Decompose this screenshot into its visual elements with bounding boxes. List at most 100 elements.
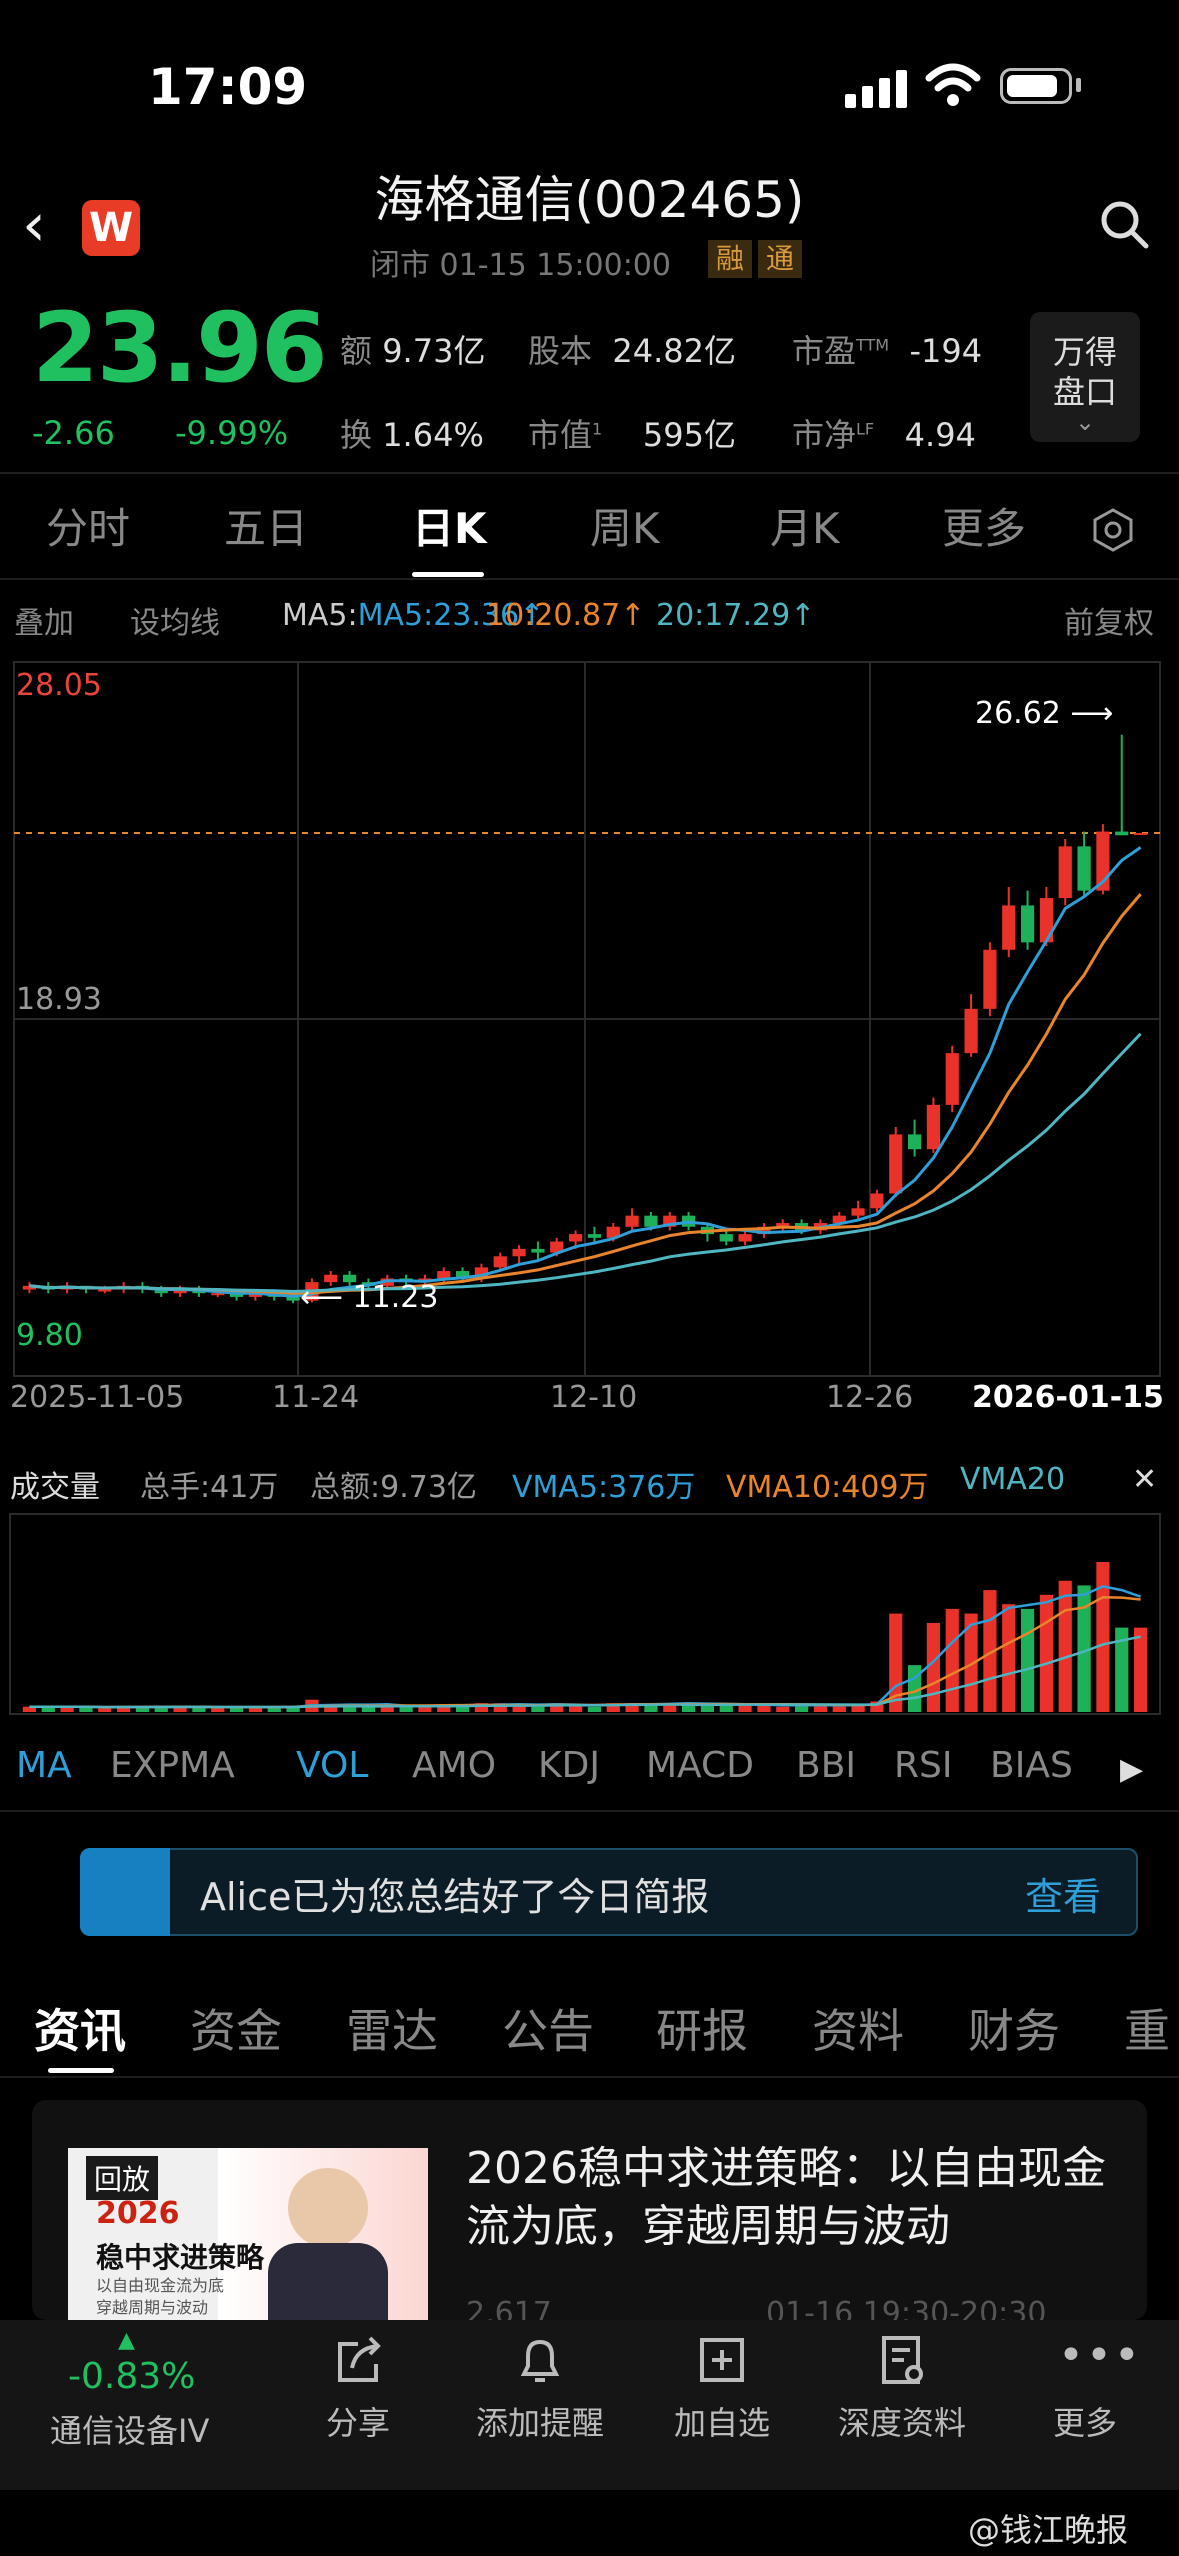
volume-bar [1002, 1604, 1016, 1712]
tab-finance[interactable]: 财务 [968, 1995, 1060, 2061]
volume-bar [587, 1706, 602, 1712]
volume-bar [1020, 1608, 1035, 1712]
chevron-down-icon: ⌄ [1074, 408, 1096, 436]
candle-body [870, 1193, 884, 1209]
tab-news[interactable]: 资讯 [34, 1995, 126, 2061]
tab-profile[interactable]: 资料 [812, 1995, 904, 2061]
candle-body [964, 1008, 978, 1054]
adjust-button[interactable]: 前复权 [1064, 598, 1154, 642]
news-title[interactable]: 2026稳中求进策略：以自由现金流为底，穿越周期与波动 [466, 2140, 1126, 2256]
connect-tag: 通 [758, 240, 803, 278]
volume-title: 成交量 [10, 1470, 100, 1505]
divider [0, 2076, 1179, 2078]
ma20-value: 20:17.29↑ [656, 598, 816, 633]
alice-view-button[interactable]: 查看 [1025, 1866, 1101, 1921]
candle-body [889, 1134, 903, 1194]
battery-tip [1076, 78, 1081, 92]
stock-title: 海格通信(002465) [374, 171, 805, 229]
thumb-sub1: 以自由现金流为底 [96, 2276, 225, 2295]
alice-icon [80, 1848, 170, 1936]
more-icon[interactable]: ••• [1058, 2330, 1142, 2381]
candle-body [625, 1215, 639, 1227]
field-share-capital: 股本 24.82亿 [528, 332, 736, 370]
vma5-value: VMA5:376万 [512, 1470, 696, 1505]
deep-data-icon[interactable] [872, 2330, 932, 2390]
candle-body [1115, 831, 1129, 836]
x-label-5: 2026-01-15 [972, 1380, 1164, 1415]
more-button[interactable]: 更多 [1000, 2398, 1170, 2444]
overlay-button[interactable]: 叠加 [14, 598, 74, 642]
play-icon[interactable]: ▶ [1120, 1752, 1143, 1787]
tab-research[interactable]: 研报 [656, 1995, 748, 2061]
x-label-2: 11-24 [272, 1380, 360, 1415]
indicator-ma[interactable]: MA [16, 1745, 72, 1786]
thumb-sub2: 穿越周期与波动 [96, 2298, 209, 2317]
tab-radar[interactable]: 雷达 [346, 1995, 438, 2061]
tab-key[interactable]: 重 [1124, 1995, 1170, 2061]
set-ma-button[interactable]: 设均线 [130, 598, 220, 642]
thumb-title: 稳中求进策略 [96, 2241, 265, 2274]
candle-body [926, 1104, 941, 1150]
wande-depth-button[interactable]: 万得 盘口 ⌄ [1030, 312, 1140, 442]
tab-five-day[interactable]: 五日 [224, 495, 308, 556]
volume-bar [98, 1708, 112, 1712]
field-turnover: 换 1.64% [340, 416, 484, 454]
indicator-bias[interactable]: BIAS [990, 1745, 1073, 1786]
min-price-label: ⟵ 11.23 [300, 1280, 439, 1315]
search-icon[interactable] [1098, 198, 1150, 250]
tab-intraday[interactable]: 分时 [46, 495, 130, 556]
max-price-value: 26.62 [975, 696, 1061, 731]
indicator-kdj[interactable]: KDJ [538, 1745, 600, 1786]
margin-tag: 融 [708, 240, 753, 278]
deep-data-button[interactable]: 深度资料 [817, 2398, 987, 2444]
volume-chart[interactable] [0, 1510, 1179, 1720]
bell-icon[interactable] [510, 2330, 570, 2390]
close-icon[interactable]: ✕ [1132, 1462, 1157, 1497]
candlestick-chart[interactable] [0, 650, 1179, 1430]
candle-body [907, 1134, 922, 1150]
candle-body [568, 1234, 583, 1242]
tab-weekly-k[interactable]: 周K [590, 495, 660, 556]
volume-total-amount: 总额:9.73亿 [310, 1470, 477, 1505]
wande-label-1: 万得 [1052, 333, 1117, 371]
indicator-rsi[interactable]: RSI [894, 1745, 952, 1786]
add-alert-button[interactable]: 添加提醒 [455, 2398, 625, 2444]
field-amount: 额 9.73亿 [340, 332, 486, 370]
last-price: 23.96 [32, 292, 328, 404]
add-watchlist-button[interactable]: 加自选 [637, 2398, 807, 2444]
candle-body [1002, 905, 1016, 950]
indicator-expma[interactable]: EXPMA [110, 1745, 235, 1786]
min-price-value: 11.23 [352, 1280, 439, 1315]
indicator-macd[interactable]: MACD [646, 1745, 754, 1786]
candle-body [644, 1215, 658, 1227]
tab-daily-k[interactable]: 日K [412, 495, 487, 556]
max-price-label: 26.62 ⟶ [975, 696, 1114, 731]
price-change: -2.66 [32, 414, 115, 452]
settings-icon[interactable] [1088, 505, 1138, 555]
replay-badge: 回放 [86, 2156, 159, 2200]
tab-funds[interactable]: 资金 [190, 1995, 282, 2061]
divider [0, 578, 1179, 580]
add-watchlist-icon[interactable] [692, 2330, 752, 2390]
y-label-low: 9.80 [16, 1318, 83, 1353]
y-label-mid: 18.93 [16, 982, 102, 1017]
tab-monthly-k[interactable]: 月K [770, 495, 840, 556]
volume-bar [926, 1622, 941, 1712]
share-icon[interactable] [328, 2330, 388, 2390]
watermark: @钱江晚报 [968, 2511, 1129, 2549]
tab-announcement[interactable]: 公告 [502, 1995, 594, 2061]
industry-name[interactable]: 通信设备IV [50, 2406, 209, 2452]
status-time: 17:09 [148, 58, 308, 116]
candle-body [512, 1248, 526, 1257]
vma20-value: VMA20 [960, 1462, 1066, 1497]
share-button[interactable]: 分享 [273, 2398, 443, 2444]
indicator-vol[interactable]: VOL [296, 1745, 368, 1786]
indicator-bbi[interactable]: BBI [796, 1745, 856, 1786]
y-label-high: 28.05 [16, 668, 102, 703]
indicator-amo[interactable]: AMO [412, 1745, 496, 1786]
volume-total-hands: 总手:41万 [140, 1470, 279, 1505]
volume-bar [211, 1708, 225, 1712]
tab-more[interactable]: 更多 [942, 495, 1026, 556]
thumb-year: 2026 [96, 2196, 180, 2231]
tab-indicator [412, 572, 484, 577]
